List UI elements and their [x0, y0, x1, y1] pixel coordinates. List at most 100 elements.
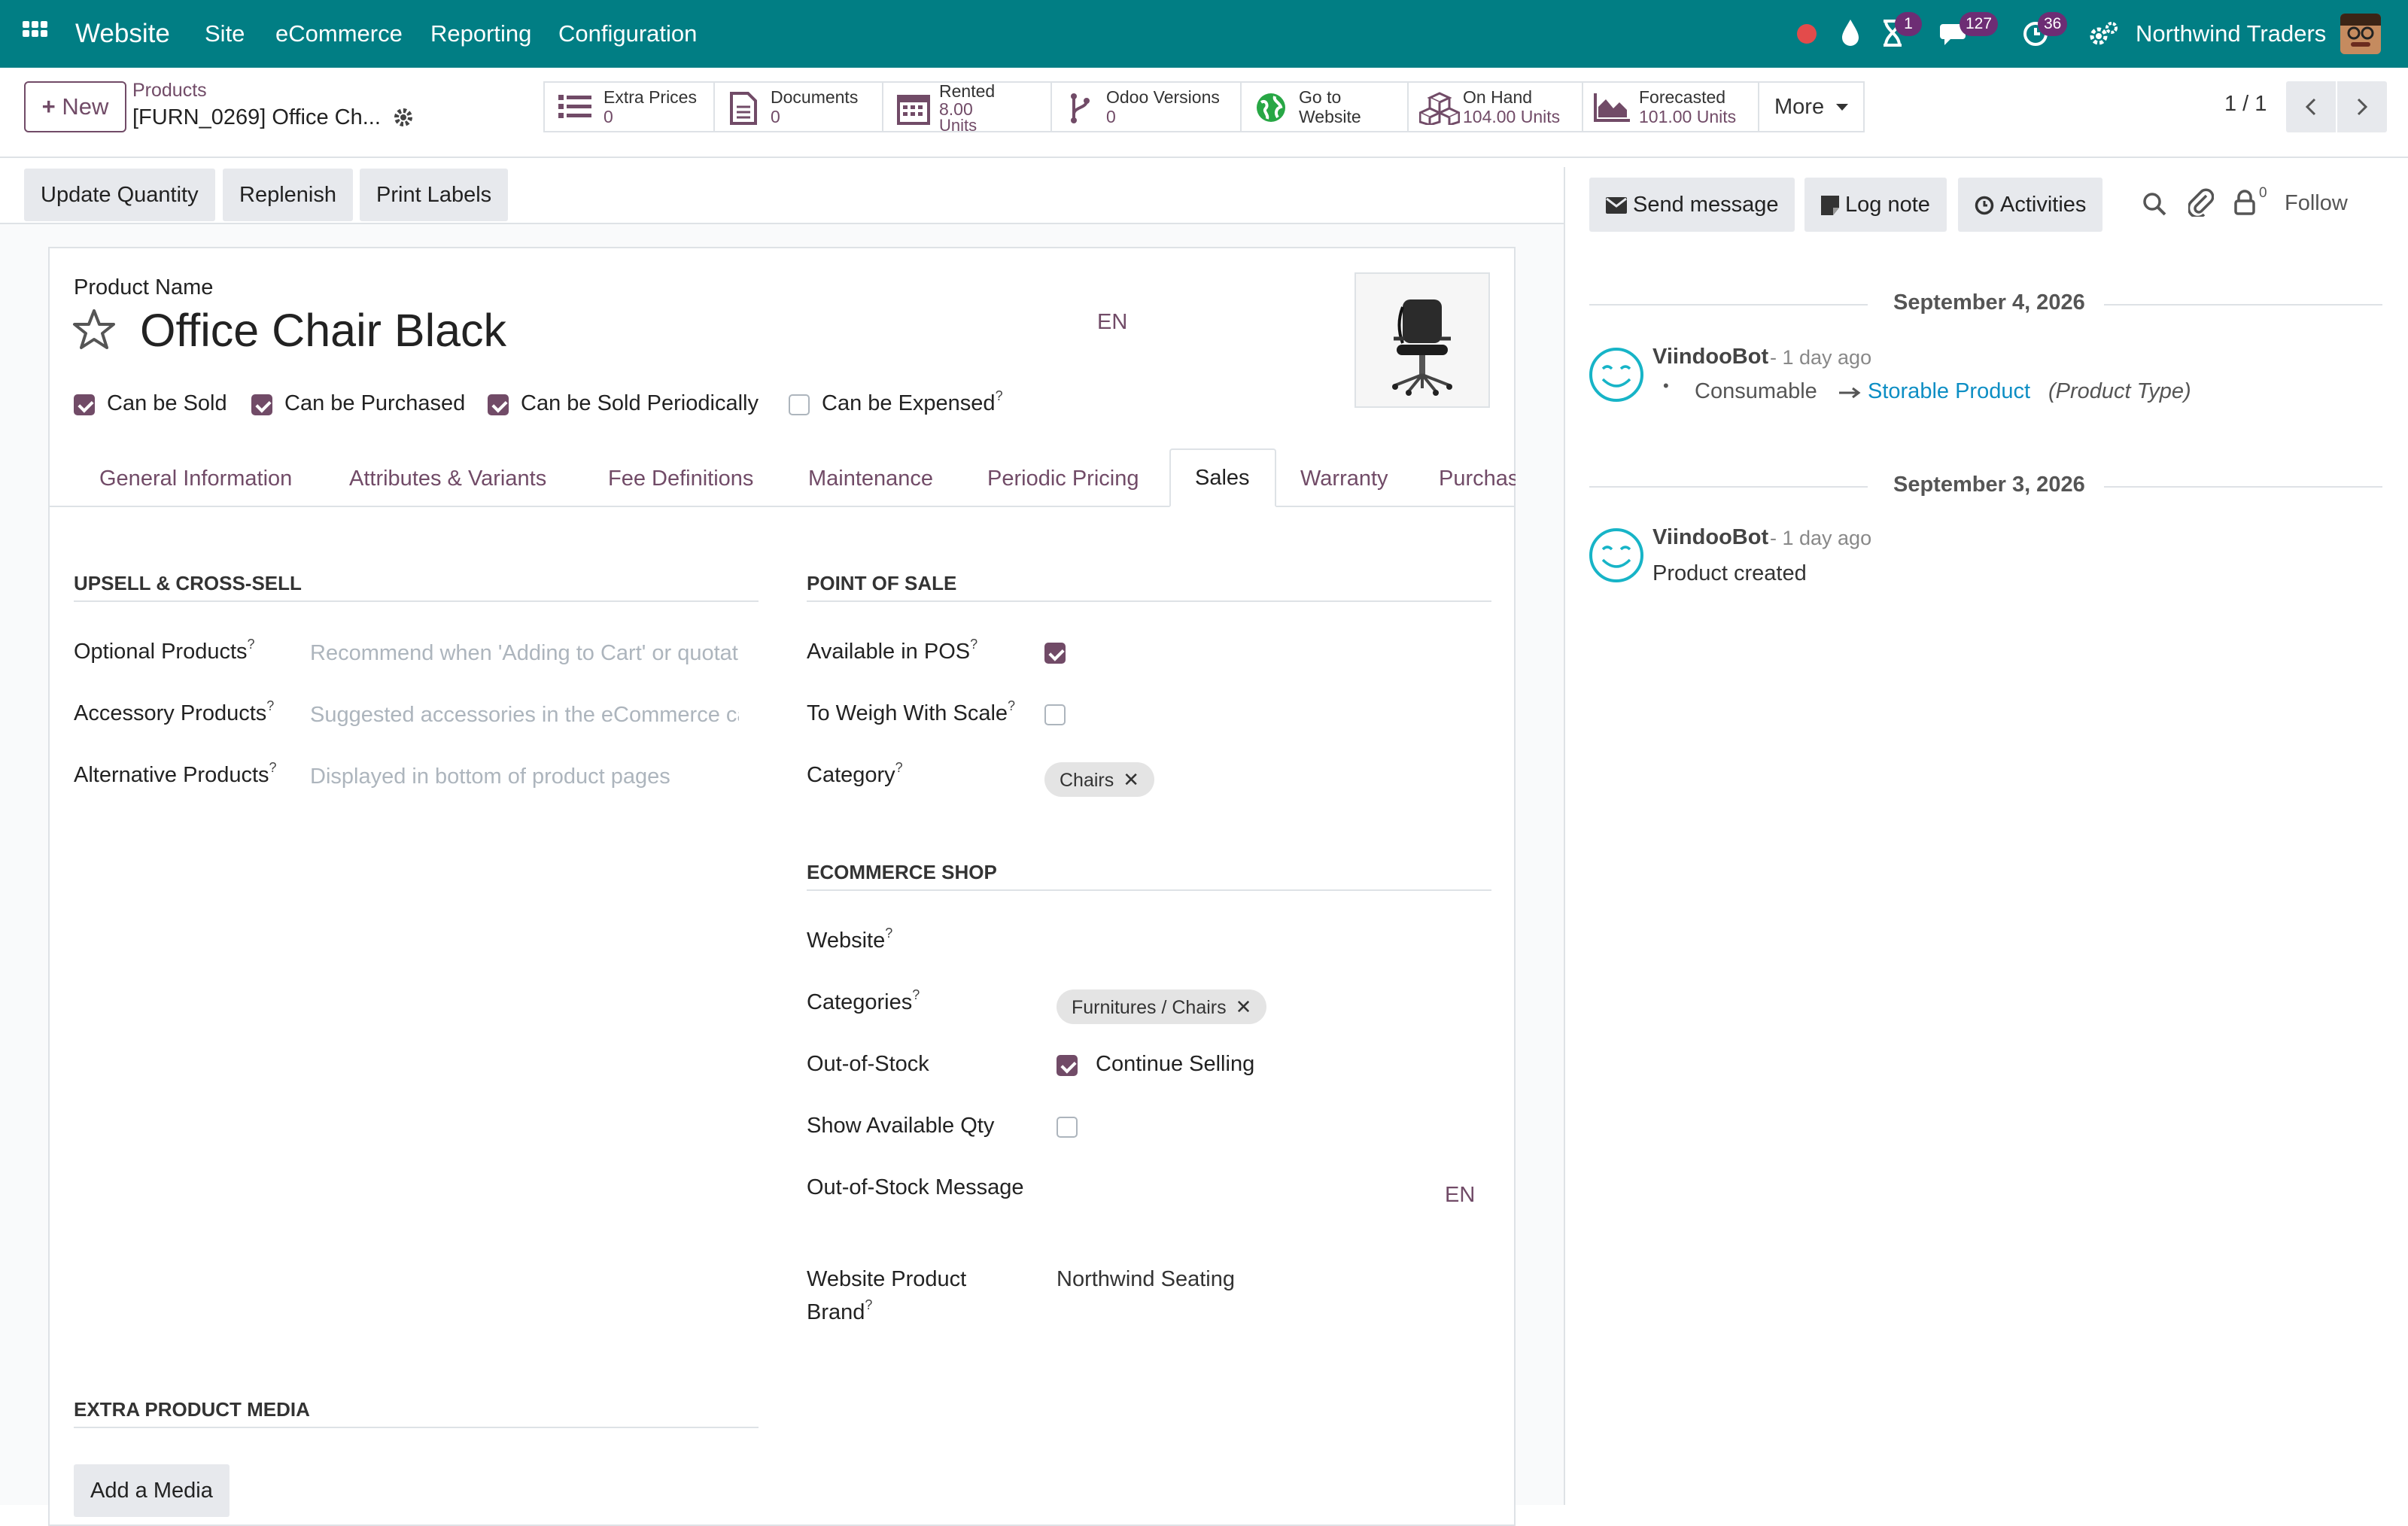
- extra-media-section-title: EXTRA PRODUCT MEDIA: [74, 1398, 310, 1421]
- company-switcher[interactable]: Northwind Traders: [2136, 0, 2326, 68]
- product-name-field[interactable]: Office Chair Black: [140, 304, 506, 357]
- forecasted-button[interactable]: Forecasted 101.00 Units: [1582, 81, 1759, 132]
- arrow-right-icon: [1839, 387, 1862, 399]
- replenish-button[interactable]: Replenish: [223, 169, 353, 221]
- ecommerce-section-rule: [807, 889, 1491, 891]
- can-be-purchased-checkbox[interactable]: [251, 394, 272, 415]
- drop-icon[interactable]: [1841, 18, 1860, 47]
- menu-reporting[interactable]: Reporting: [430, 0, 531, 68]
- can-be-expensed-checkbox[interactable]: [789, 394, 810, 415]
- out-of-stock-message-input[interactable]: [1057, 1171, 1433, 1204]
- tracking-old-value: Consumable: [1695, 379, 1817, 403]
- product-name-language[interactable]: EN: [1097, 310, 1127, 335]
- tab-purchase[interactable]: Purchas: [1437, 450, 1516, 507]
- print-labels-button[interactable]: Print Labels: [360, 169, 509, 221]
- tab-periodic-pricing[interactable]: Periodic Pricing: [987, 450, 1139, 507]
- remove-tag-icon[interactable]: ✕: [1236, 996, 1252, 1018]
- top-navbar: Website Site eCommerce Reporting Configu…: [0, 0, 2408, 68]
- menu-configuration[interactable]: Configuration: [558, 0, 697, 68]
- new-button[interactable]: + New: [24, 81, 126, 132]
- can-be-sold-checkbox[interactable]: [74, 394, 95, 415]
- show-available-qty-checkbox[interactable]: [1057, 1117, 1078, 1138]
- continue-selling-label: Continue Selling: [1096, 1052, 1255, 1076]
- alternative-products-label: Alternative Products?: [74, 760, 277, 787]
- date-rule-left: [1589, 304, 1868, 306]
- pos-category-tag[interactable]: Chairs ✕: [1044, 762, 1155, 797]
- rented-button[interactable]: Rented 8.00 Units: [882, 81, 1052, 135]
- tab-fee-definitions[interactable]: Fee Definitions: [608, 450, 753, 507]
- ecommerce-category-tag[interactable]: Furnitures / Chairs ✕: [1057, 989, 1267, 1024]
- apps-grid-icon[interactable]: [23, 21, 48, 47]
- app-name[interactable]: Website: [75, 0, 170, 68]
- update-quantity-button[interactable]: Update Quantity: [24, 169, 215, 221]
- log-note-button[interactable]: Log note: [1804, 178, 1947, 232]
- breadcrumb-products[interactable]: Products: [132, 80, 207, 102]
- message-time: - 1 day ago: [1770, 527, 1872, 549]
- available-in-pos-label: Available in POS?: [807, 637, 978, 664]
- tab-sales[interactable]: Sales: [1169, 448, 1276, 507]
- message-body: Product created: [1652, 561, 1807, 585]
- bot-avatar[interactable]: [1588, 527, 1645, 584]
- accessory-products-label: Accessory Products?: [74, 698, 275, 725]
- out-of-stock-message-language[interactable]: EN: [1445, 1183, 1475, 1208]
- bullet: •: [1663, 376, 1669, 395]
- website-input[interactable]: [1057, 923, 1478, 956]
- show-available-qty-label: Show Available Qty: [807, 1114, 995, 1138]
- remove-tag-icon[interactable]: ✕: [1123, 768, 1139, 791]
- paperclip-icon[interactable]: [2188, 188, 2214, 217]
- date-separator: September 3, 2026: [1893, 473, 2085, 497]
- pager-previous-button[interactable]: [2286, 81, 2336, 132]
- go-to-website-button[interactable]: Go to Website: [1240, 81, 1409, 132]
- can-be-sold-periodically-label: Can be Sold Periodically: [521, 391, 759, 415]
- can-be-sold-label: Can be Sold: [107, 391, 227, 415]
- tab-general-information[interactable]: General Information: [99, 450, 292, 507]
- pager-value[interactable]: 1 / 1: [2224, 92, 2267, 117]
- add-media-button[interactable]: Add a Media: [74, 1464, 230, 1517]
- website-product-brand-label-line2: Brand?: [807, 1297, 873, 1324]
- pager-next-button[interactable]: [2337, 81, 2387, 132]
- send-message-button[interactable]: Send message: [1589, 178, 1795, 232]
- can-be-sold-periodically-checkbox[interactable]: [488, 394, 509, 415]
- odoo-versions-button[interactable]: Odoo Versions 0: [1050, 81, 1242, 132]
- more-dropdown-button[interactable]: More: [1758, 81, 1865, 132]
- tab-attributes-variants[interactable]: Attributes & Variants: [349, 450, 546, 507]
- gear-icon[interactable]: [393, 107, 414, 128]
- cubes-icon: [1419, 92, 1460, 125]
- website-product-brand-field[interactable]: Northwind Seating: [1057, 1267, 1235, 1292]
- on-hand-button[interactable]: On Hand 104.00 Units: [1407, 81, 1583, 132]
- calendar-icon: [897, 92, 930, 125]
- bot-avatar[interactable]: [1588, 346, 1645, 403]
- product-name-label: Product Name: [74, 275, 214, 299]
- note-icon: [1821, 196, 1839, 216]
- lock-icon[interactable]: [2233, 190, 2256, 215]
- optional-products-input[interactable]: Recommend when 'Adding to Cart' or quota…: [310, 641, 739, 666]
- to-weigh-with-scale-checkbox[interactable]: [1044, 704, 1066, 725]
- product-image[interactable]: [1354, 272, 1490, 408]
- activities-button[interactable]: Activities: [1958, 178, 2103, 232]
- pos-section-title: POINT OF SALE: [807, 572, 957, 594]
- message-author[interactable]: ViindooBot: [1652, 525, 1768, 550]
- search-icon[interactable]: [2142, 191, 2167, 217]
- extra-prices-button[interactable]: Extra Prices 0: [543, 81, 715, 132]
- out-of-stock-message-label: Out-of-Stock Message: [807, 1175, 1024, 1199]
- alternative-products-input[interactable]: Displayed in bottom of product pages: [310, 765, 739, 789]
- menu-site[interactable]: Site: [205, 0, 245, 68]
- user-avatar[interactable]: [2340, 14, 2381, 54]
- tab-maintenance[interactable]: Maintenance: [808, 450, 933, 507]
- settings-gears-icon[interactable]: [2089, 21, 2119, 47]
- menu-ecommerce[interactable]: eCommerce: [275, 0, 403, 68]
- favorite-star-icon[interactable]: [72, 309, 116, 351]
- clock-badge: 36: [2038, 12, 2068, 36]
- documents-button[interactable]: Documents 0: [713, 81, 883, 132]
- follow-button[interactable]: Follow: [2285, 191, 2348, 216]
- can-be-expensed-label: Can be Expensed?: [822, 388, 1003, 415]
- tracking-field-name: (Product Type): [2048, 379, 2191, 403]
- tab-warranty[interactable]: Warranty: [1300, 450, 1388, 507]
- message-author[interactable]: ViindooBot: [1652, 345, 1768, 369]
- categories-label: Categories?: [807, 987, 920, 1014]
- record-dot-icon[interactable]: [1797, 24, 1817, 44]
- chevron-left-icon: [2305, 98, 2316, 116]
- accessory-products-input[interactable]: Suggested accessories in the eCommerce c…: [310, 703, 739, 728]
- available-in-pos-checkbox[interactable]: [1044, 643, 1066, 664]
- continue-selling-checkbox[interactable]: [1057, 1055, 1078, 1076]
